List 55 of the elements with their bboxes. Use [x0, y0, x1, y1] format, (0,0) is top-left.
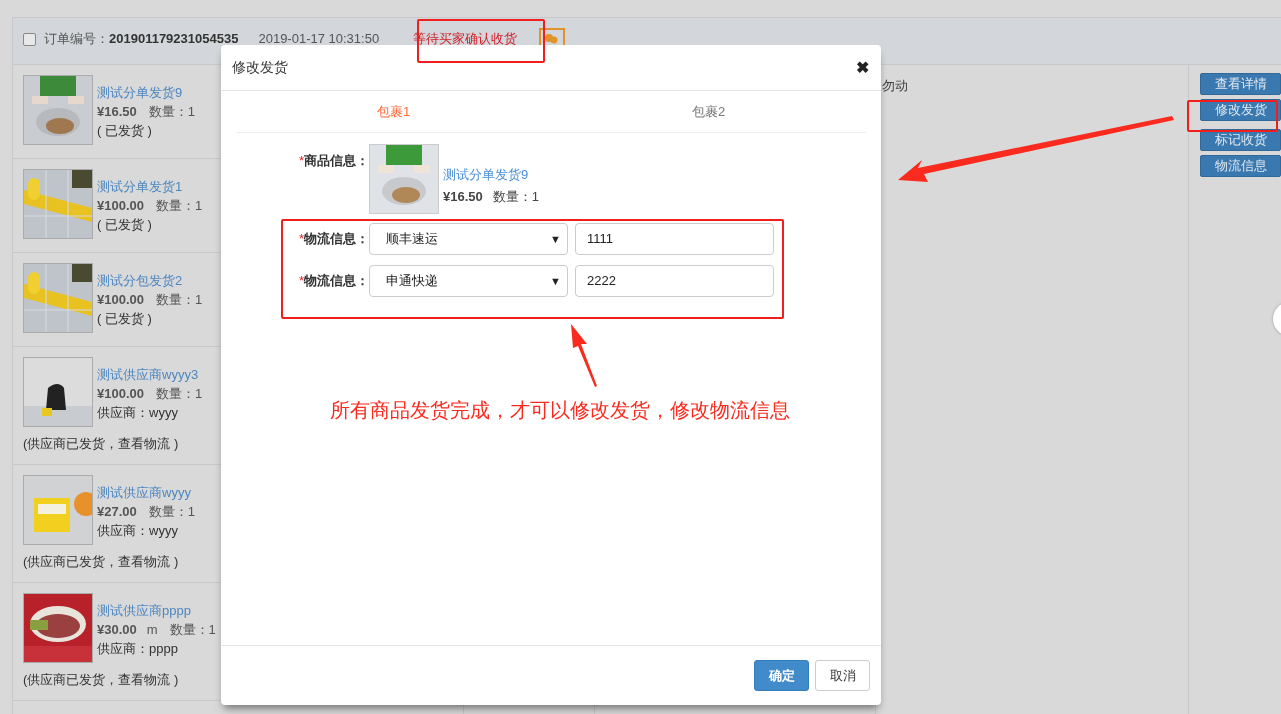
field-label: 物流信息： [304, 272, 369, 288]
supplier-name: 供应商：pppp [97, 640, 179, 658]
action-button[interactable]: 标记收货 [1200, 129, 1281, 151]
product-link[interactable]: 测试供应商wyyy [97, 483, 195, 502]
annotation-text: 所有商品发货完成，才可以修改发货，修改物流信息 [330, 398, 790, 423]
order-number-label: 订单编号： [44, 32, 109, 46]
product-quantity: 数量：1 [156, 385, 203, 403]
product-link[interactable]: 测试供应商wyyy3 [97, 365, 203, 384]
action-button[interactable]: 查看详情 [1200, 73, 1281, 95]
product-price: ¥100.00 [97, 385, 144, 403]
required-mark: * [298, 230, 304, 246]
supplier-name: 供应商：wyyy [97, 404, 179, 422]
product-price: ¥100.00 [97, 291, 144, 309]
confirm-button[interactable]: 确定 [754, 660, 809, 691]
tracking-number-field[interactable]: 2222 [575, 264, 774, 297]
shipping-status: ( 已发货 ) [97, 310, 153, 328]
cancel-button[interactable]: 取消 [815, 660, 870, 691]
order-time: 2019-01-17 10:31:50 [258, 32, 380, 46]
close-button[interactable]: ✖ [856, 58, 869, 77]
field-label: 物流信息： [304, 230, 369, 246]
product-unit: m [146, 621, 158, 639]
carrier-select[interactable]: 申通快递 ▼ [369, 264, 568, 297]
product-price: ¥27.00 [97, 503, 137, 521]
product-price: ¥100.00 [97, 197, 144, 215]
product-link[interactable]: 测试分单发货9 [97, 83, 195, 102]
supplier-name: 供应商：wyyy [97, 522, 179, 540]
product-price: ¥16.50 [443, 188, 483, 206]
product-price: ¥16.50 [97, 103, 137, 121]
carrier-select[interactable]: 顺丰速运 ▼ [369, 222, 568, 255]
tracking-number-field[interactable]: 1111 [575, 222, 774, 255]
dialog-title: 修改发货 [232, 58, 288, 77]
required-mark: * [298, 272, 304, 288]
product-quantity: 数量：1 [148, 103, 195, 121]
product-quantity: 数量：1 [169, 621, 216, 639]
logistics-link[interactable]: (供应商已发货，查看物流 ) [23, 671, 179, 689]
product-quantity: 数量：1 [156, 291, 203, 309]
product-quantity: 数量：1 [148, 503, 195, 521]
product-link[interactable]: 测试分单发货9 [443, 164, 539, 186]
action-button[interactable]: 物流信息 [1200, 155, 1281, 177]
package-tab[interactable]: 包裹2 [551, 91, 866, 132]
field-label: 商品信息： [304, 153, 369, 168]
product-link[interactable]: 测试分单发货1 [97, 177, 203, 196]
order-remark: 勿动 [882, 78, 908, 93]
product-link[interactable]: 测试供应商pppp [97, 601, 216, 620]
order-number: 201901179231054535 [109, 32, 239, 46]
package-tab[interactable]: 包裹1 [236, 91, 551, 132]
product-price: ¥30.00 [97, 621, 137, 639]
required-mark: * [298, 153, 304, 168]
logistics-link[interactable]: (供应商已发货，查看物流 ) [23, 435, 179, 453]
product-quantity: 数量：1 [156, 197, 203, 215]
product-link[interactable]: 测试分包发货2 [97, 271, 203, 290]
shipping-status: ( 已发货 ) [97, 122, 153, 140]
product-quantity: 数量：1 [492, 188, 539, 206]
shipping-status: ( 已发货 ) [97, 216, 153, 234]
logistics-link[interactable]: (供应商已发货，查看物流 ) [23, 553, 179, 571]
